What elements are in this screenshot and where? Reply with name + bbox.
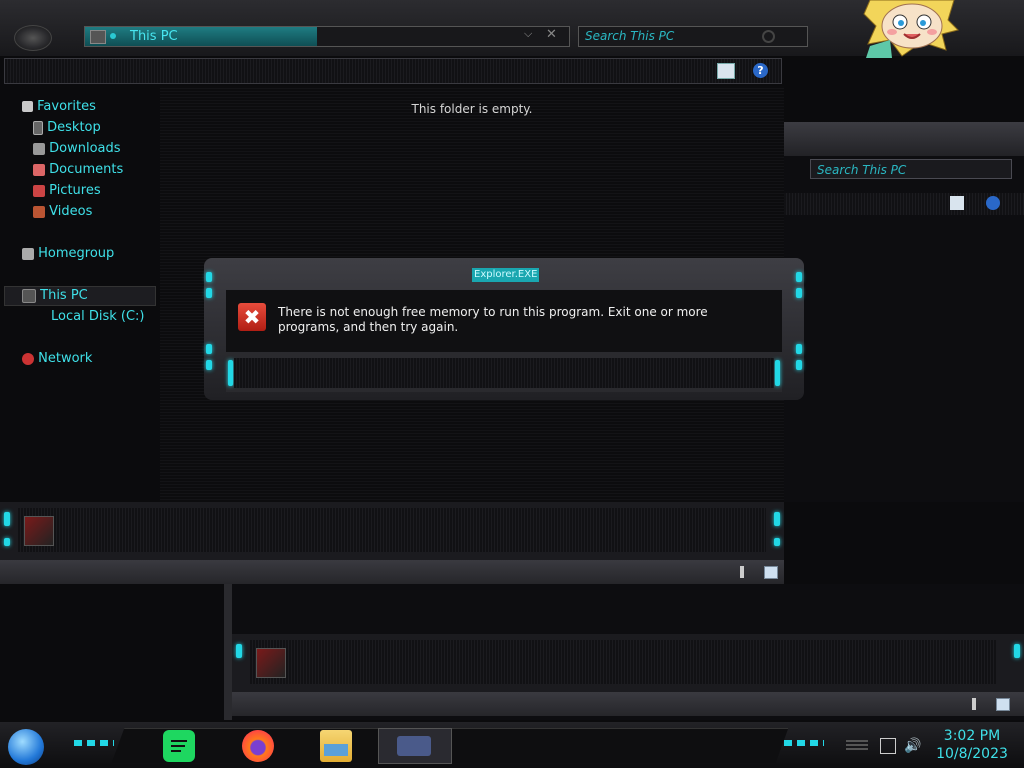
- dialog-title: Explorer.EXE: [472, 268, 540, 282]
- details-view-icon[interactable]: [972, 698, 976, 710]
- back-button[interactable]: [14, 25, 52, 51]
- second-status-bar: [232, 692, 1024, 716]
- nav-local-disk-label: Local Disk (C:): [51, 309, 145, 324]
- spotify-icon[interactable]: [163, 730, 195, 762]
- downloads-icon: [33, 142, 45, 155]
- firefox-icon[interactable]: [242, 730, 274, 762]
- large-icons-view-icon[interactable]: [996, 698, 1010, 711]
- address-progress-fill: [85, 27, 317, 46]
- background-window-titlebar: [784, 122, 1024, 156]
- pc-icon: [22, 288, 36, 303]
- clock-time[interactable]: 3:02 PM: [930, 728, 1014, 745]
- clock-date[interactable]: 10/8/2023: [930, 746, 1014, 763]
- nav-item-pictures[interactable]: Pictures: [33, 183, 101, 198]
- nav-this-pc-label: This PC: [40, 288, 88, 303]
- nav-item-downloads[interactable]: Downloads: [33, 141, 121, 156]
- nav-downloads-label: Downloads: [49, 141, 121, 156]
- nav-item-network[interactable]: Network: [22, 351, 92, 366]
- network-tray-icon[interactable]: [880, 738, 896, 754]
- dialog-message: There is not enough free memory to run t…: [278, 305, 708, 334]
- star-icon: [22, 101, 33, 112]
- empty-folder-message: This folder is empty.: [411, 102, 533, 116]
- pc-icon: [90, 30, 106, 44]
- control-panel-icon: [397, 736, 431, 756]
- taskbar-accent-left: [74, 740, 114, 746]
- error-icon: ✖: [238, 303, 266, 331]
- user-avatar[interactable]: [862, 0, 962, 58]
- location-dot-icon: [110, 33, 116, 39]
- search-icon[interactable]: [762, 30, 775, 43]
- background-command-bar: [784, 193, 1024, 215]
- nav-homegroup-label: Homegroup: [38, 246, 115, 261]
- address-location-text[interactable]: This PC: [130, 27, 178, 46]
- folder-icon[interactable]: [320, 730, 352, 762]
- second-window-border: [224, 584, 232, 720]
- nav-documents-label: Documents: [49, 162, 124, 177]
- start-button[interactable]: [8, 729, 44, 765]
- taskbar-accent-right: [784, 740, 824, 746]
- background-help-icon[interactable]: [986, 196, 1000, 210]
- nav-item-local-disk[interactable]: Local Disk (C:): [51, 309, 144, 324]
- network-icon: [22, 352, 34, 365]
- nav-network-label: Network: [38, 351, 93, 366]
- nav-item-favorites[interactable]: Favorites: [22, 99, 96, 114]
- nav-item-desktop[interactable]: Desktop: [33, 120, 101, 135]
- pictures-icon: [33, 184, 45, 197]
- documents-icon: [33, 163, 45, 176]
- pc-icon: [256, 648, 286, 678]
- nav-item-documents[interactable]: Documents: [33, 162, 123, 177]
- large-icons-view-icon[interactable]: [764, 566, 778, 579]
- videos-icon: [33, 205, 45, 218]
- details-view-icon[interactable]: [740, 566, 744, 578]
- details-pane-body: [18, 508, 766, 552]
- command-bar: [4, 58, 782, 84]
- close-icon[interactable]: ✕: [546, 27, 557, 42]
- taskbar: [0, 722, 1024, 768]
- nav-favorites-label: Favorites: [37, 99, 96, 114]
- background-search-input[interactable]: Search This PC: [810, 159, 1012, 179]
- background-pane-toggle-icon[interactable]: [950, 196, 964, 210]
- pc-icon: [24, 516, 54, 546]
- preview-pane-icon[interactable]: [717, 63, 735, 79]
- tray-overflow-icon[interactable]: [846, 738, 868, 750]
- homegroup-icon: [22, 247, 34, 260]
- nav-videos-label: Videos: [49, 204, 93, 219]
- taskbar-active-app[interactable]: [378, 728, 452, 764]
- status-bar: [0, 560, 784, 584]
- desktop-icon: [33, 120, 43, 135]
- dialog-button-area[interactable]: [234, 358, 774, 388]
- help-button[interactable]: ?: [753, 63, 768, 78]
- nav-item-homegroup[interactable]: Homegroup: [22, 246, 114, 261]
- volume-icon[interactable]: 🔊: [904, 738, 921, 754]
- chevron-down-icon[interactable]: ⌵: [524, 27, 532, 41]
- nav-item-videos[interactable]: Videos: [33, 204, 92, 219]
- nav-item-this-pc[interactable]: This PC: [22, 288, 88, 303]
- nav-pictures-label: Pictures: [49, 183, 101, 198]
- nav-desktop-label: Desktop: [47, 120, 101, 135]
- second-details-pane-body: [250, 640, 996, 684]
